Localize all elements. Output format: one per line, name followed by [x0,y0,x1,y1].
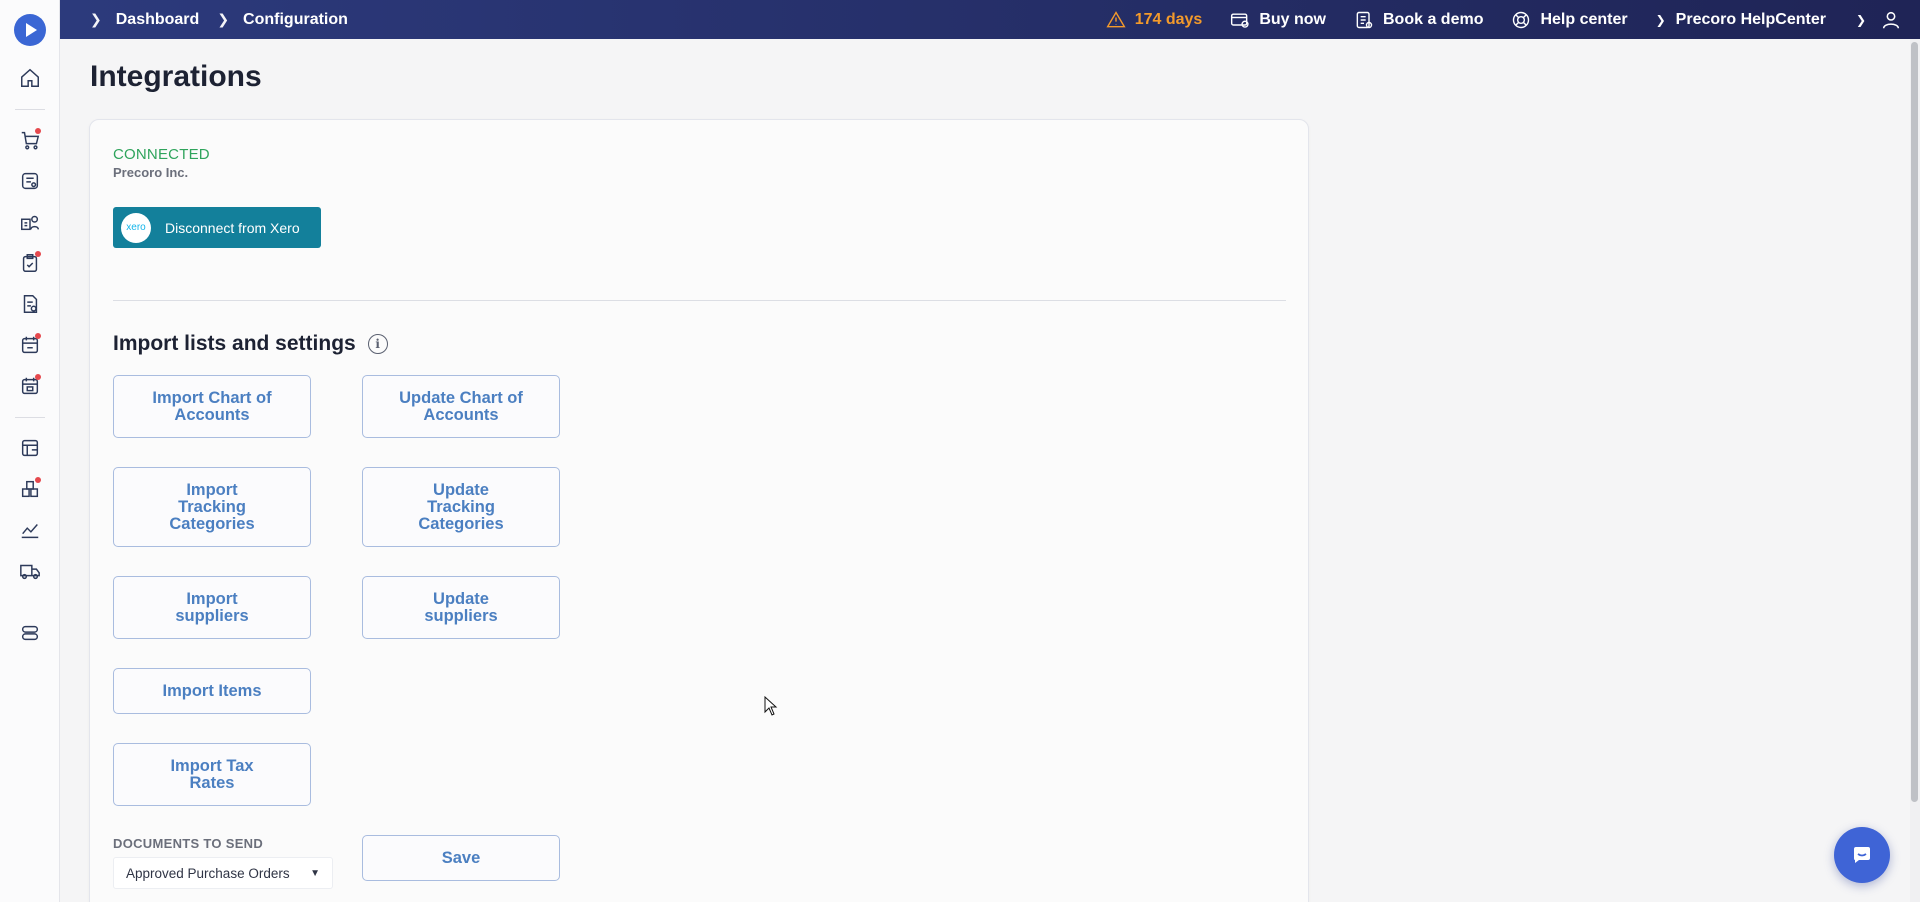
disconnect-xero-button[interactable]: xero Disconnect from Xero [113,207,321,248]
account-menu[interactable]: ❯ Precoro HelpCenter ❯ [1656,9,1902,31]
update-chart-of-accounts-button[interactable]: Update Chart of Accounts [362,375,560,438]
topbar-actions: 174 days Buy now Book a demo Help center… [1106,0,1920,39]
home-icon[interactable] [10,60,50,96]
trial-days-text: 174 days [1134,10,1203,28]
notification-dot [34,128,41,134]
integration-card: CONNECTED Precoro Inc. xero Disconnect f… [89,119,1309,902]
lifebuoy-icon [1513,11,1530,28]
caret-down-icon: ▼ [310,867,320,879]
sidebar-divider [14,417,45,418]
requests-icon[interactable] [10,163,50,199]
chevron-right-icon: ❯ [90,11,102,27]
calendar-icon [1356,11,1373,28]
chevron-down-icon[interactable]: ❯ [1856,13,1866,27]
buy-now-button[interactable]: Buy now [1230,10,1326,30]
book-demo-button[interactable]: Book a demo [1354,10,1483,30]
suppliers-icon[interactable] [10,204,50,240]
settings-toggle-icon[interactable] [10,615,50,651]
scrollbar-thumb[interactable] [1911,42,1918,802]
notification-dot [34,333,41,339]
disconnect-label: Disconnect from Xero [165,219,300,236]
top-bar: ❯ Dashboard ❯ Configuration 174 days Buy… [60,0,1920,39]
import-section-title-text: Import lists and settings [113,332,356,355]
connection-status: CONNECTED [113,146,210,163]
payments-icon[interactable] [10,368,50,404]
info-icon[interactable]: i [367,334,388,354]
notification-dot [34,374,41,380]
invoices-icon[interactable] [10,286,50,322]
buy-now-label: Buy now [1259,10,1326,28]
receipts-icon[interactable] [10,327,50,363]
update-tracking-categories-button[interactable]: Update Tracking Categories [362,467,560,547]
import-chart-of-accounts-button[interactable]: Import Chart of Accounts [113,375,311,438]
mouse-cursor-icon [764,696,778,716]
breadcrumb-dashboard[interactable]: Dashboard [116,11,200,29]
chat-icon [1854,847,1870,863]
chevron-right-icon: ❯ [217,11,230,27]
import-section-title: Import lists and settings i [113,332,388,356]
breadcrumb-configuration: Configuration [243,10,348,28]
documents-selected-value: Approved Purchase Orders [126,865,290,881]
breadcrumb: ❯ Dashboard ❯ Configuration [60,11,348,29]
chat-button[interactable] [1834,827,1890,883]
help-center-button[interactable]: Help center [1511,10,1628,30]
update-suppliers-button[interactable]: Update suppliers [362,576,560,639]
account-name: Precoro HelpCenter [1675,10,1826,28]
page-title: Integrations [90,60,262,93]
precoro-logo-icon[interactable] [13,14,46,46]
book-demo-label: Book a demo [1383,10,1484,28]
import-items-button[interactable]: Import Items [113,668,311,714]
trial-days-indicator[interactable]: 174 days [1106,10,1203,30]
delivery-icon[interactable] [10,553,50,589]
budgets-icon[interactable] [10,430,50,466]
sidebar-divider [14,109,45,110]
documents-to-send-select[interactable]: Approved Purchase Orders ▼ [113,857,333,889]
xero-logo-icon: xero [121,212,151,243]
help-center-label: Help center [1540,10,1628,28]
documents-to-send-label: DOCUMENTS TO SEND [113,836,264,851]
sidebar-divider [15,602,45,603]
analytics-icon[interactable] [10,512,50,548]
inventory-icon[interactable] [10,471,50,507]
approvals-icon[interactable] [10,245,50,281]
chevron-down-icon: ❯ [1655,12,1666,27]
cart-icon[interactable] [10,122,50,158]
import-tracking-categories-button[interactable]: Import Tracking Categories [113,467,311,547]
section-divider [113,300,1286,301]
buy-card-icon [1231,12,1249,28]
user-icon[interactable] [1880,9,1902,31]
notification-dot [34,251,41,257]
import-tax-rates-button[interactable]: Import Tax Rates [113,743,311,806]
import-suppliers-button[interactable]: Import suppliers [113,576,311,639]
notification-dot [34,477,41,483]
warning-icon [1106,10,1126,27]
sidebar [0,0,60,902]
company-name: Precoro Inc. [113,165,189,180]
save-button[interactable]: Save [362,835,560,881]
